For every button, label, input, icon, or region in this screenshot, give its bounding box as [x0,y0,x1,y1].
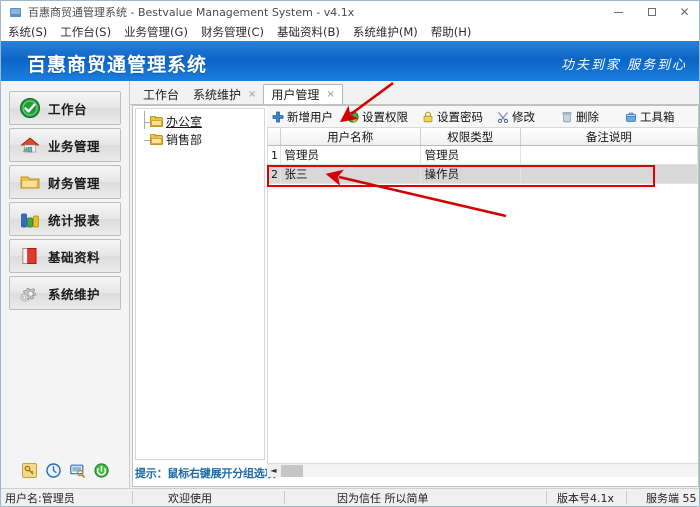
arrow-to-permission [339,81,394,123]
annotation-arrows [325,81,507,218]
arrow-to-row [325,169,507,218]
application-window: 百惠商贸通管理系统 - Bestvalue Management System … [0,0,700,507]
